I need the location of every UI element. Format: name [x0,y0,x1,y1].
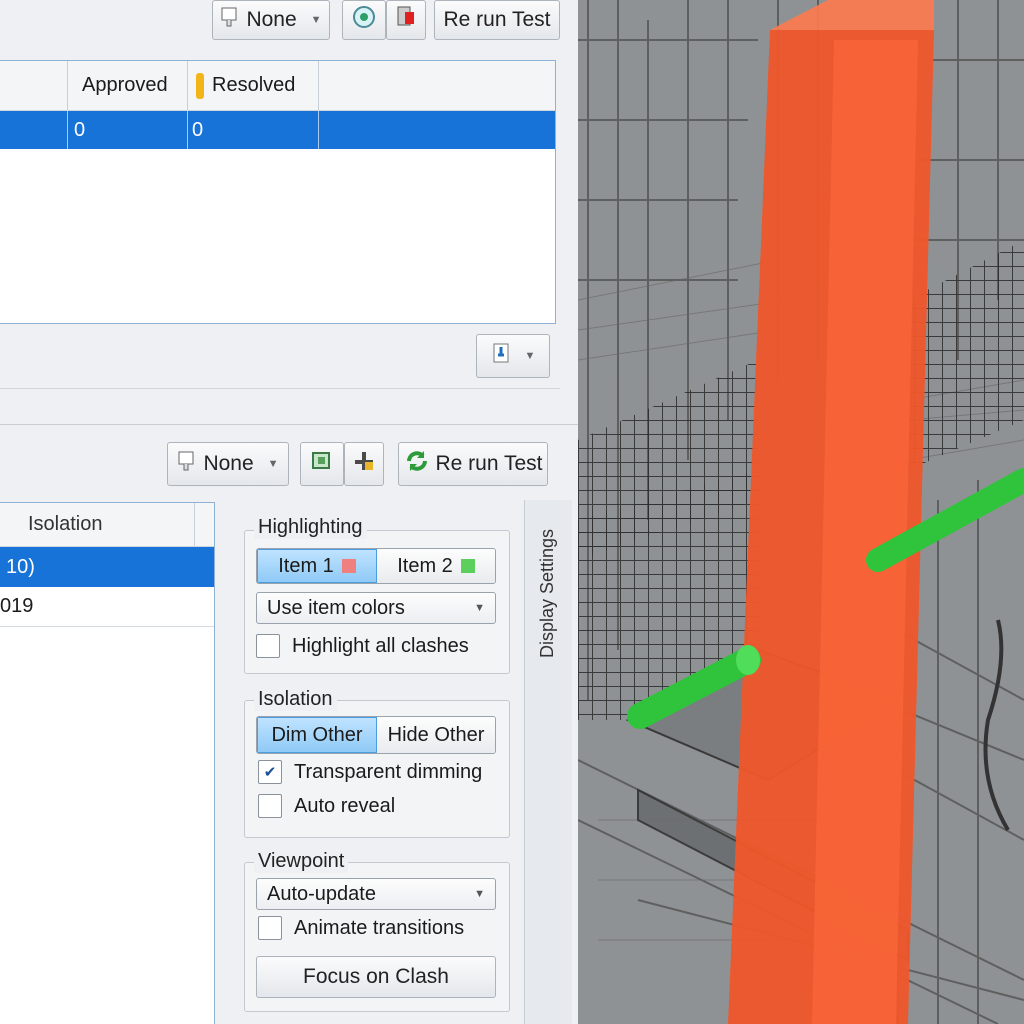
clash-list: Isolation 10) 019 [0,502,215,1024]
pin-dropdown-button[interactable]: ▼ [476,334,550,378]
list-item-label: 019 [0,595,34,617]
resolved-label: Resolved [212,74,296,96]
bottom-filter-value: None [203,452,254,475]
isolate-icon [395,4,417,36]
table-row[interactable]: 0 0 [0,111,555,149]
bottom-rerun-test-button[interactable]: Re run Test [398,442,548,486]
refresh-icon [404,448,430,480]
item2-label: Item 2 [397,554,453,577]
top-isolate-button[interactable] [386,0,426,40]
list-item[interactable]: 019 [0,587,214,627]
clash-scene [578,0,1024,1024]
highlight-item-toggle: Item 1 Item 2 [256,548,496,584]
select-icon [310,449,334,479]
chevron-down-icon: ▼ [474,602,485,614]
highlight-all-box[interactable] [256,634,280,658]
top-rerun-test-button[interactable]: Re run Test [434,0,560,40]
top-filter-dropdown[interactable]: None ▼ [212,0,330,40]
highlight-all-checkbox[interactable]: Highlight all clashes [256,634,469,658]
auto-reveal-label: Auto reveal [294,794,396,817]
transparent-dimming-box[interactable]: ✔ [258,760,282,784]
animate-transitions-box[interactable] [258,916,282,940]
display-settings-pane: Highlighting Item 1 Item 2 Use item colo… [230,500,520,1024]
filter-icon [220,6,240,34]
item1-toggle-button[interactable]: Item 1 [257,549,377,583]
auto-reveal-checkbox[interactable]: Auto reveal [258,794,395,818]
item2-toggle-button[interactable]: Item 2 [377,549,495,583]
dim-other-button[interactable]: Dim Other [257,717,377,753]
highlight-all-label: Highlight all clashes [292,634,469,657]
filter-icon [177,450,197,478]
top-filter-value: None [246,8,297,31]
list-item-label: 10) [6,555,35,578]
approved-count: 0 [74,118,86,141]
chevron-down-icon: ▼ [524,350,536,362]
list-item[interactable]: 10) [0,547,214,587]
display-settings-tab-label: Display Settings [537,528,557,658]
chevron-down-icon: ▼ [267,458,279,470]
select-icon [351,4,377,36]
divider [0,388,560,389]
focus-on-clash-button[interactable]: Focus on Clash [256,956,496,998]
viewpoint-mode-select[interactable]: Auto-update ▼ [256,878,496,910]
bottom-select-clash-button[interactable] [300,442,344,486]
isolate-icon [352,449,376,479]
results-table-header: Approved Resolved [0,61,555,111]
transparent-dimming-checkbox[interactable]: ✔ Transparent dimming [258,760,482,784]
results-table: Approved Resolved 0 0 [0,60,556,324]
resolved-count: 0 [192,118,204,141]
bottom-rerun-label: Re run Test [435,452,543,475]
column-header-isolation[interactable]: Isolation [16,503,103,546]
transparent-dimming-label: Transparent dimming [294,760,483,783]
chevron-down-icon: ▼ [310,14,322,26]
viewpoint-mode-value: Auto-update [267,882,376,905]
color-mode-select[interactable]: Use item colors ▼ [256,592,496,624]
resolved-icon [196,72,204,99]
isolation-title: Isolation [254,688,337,711]
top-select-clash-button[interactable] [342,0,386,40]
clash-detective-panel: None ▼ Re run Test Approved Resolved 0 0… [0,0,578,1024]
animate-transitions-label: Animate transitions [294,916,465,939]
viewpoint-title: Viewpoint [254,850,349,873]
chevron-down-icon: ▼ [474,888,485,900]
top-rerun-label: Re run Test [443,8,551,31]
color-mode-value: Use item colors [267,596,405,619]
3d-viewport[interactable] [578,0,1024,1024]
item2-color-swatch [460,559,475,573]
item1-label: Item 1 [278,554,334,577]
animate-transitions-checkbox[interactable]: Animate transitions [258,916,464,940]
bottom-isolate-button[interactable] [344,442,384,486]
highlighting-title: Highlighting [254,516,367,539]
auto-reveal-box[interactable] [258,794,282,818]
column-header-approved[interactable]: Approved [68,61,187,110]
bottom-filter-dropdown[interactable]: None ▼ [167,442,289,486]
focus-on-clash-label: Focus on Clash [303,965,449,988]
divider [0,424,578,425]
item1-color-swatch [341,559,356,573]
isolation-mode-toggle: Dim Other Hide Other [256,716,496,754]
column-header-resolved[interactable]: Resolved [188,61,318,110]
hide-other-button[interactable]: Hide Other [377,717,495,753]
pin-icon [491,342,511,370]
display-settings-tab[interactable]: Display Settings [524,500,572,1024]
clash-list-header: Isolation [0,503,214,547]
